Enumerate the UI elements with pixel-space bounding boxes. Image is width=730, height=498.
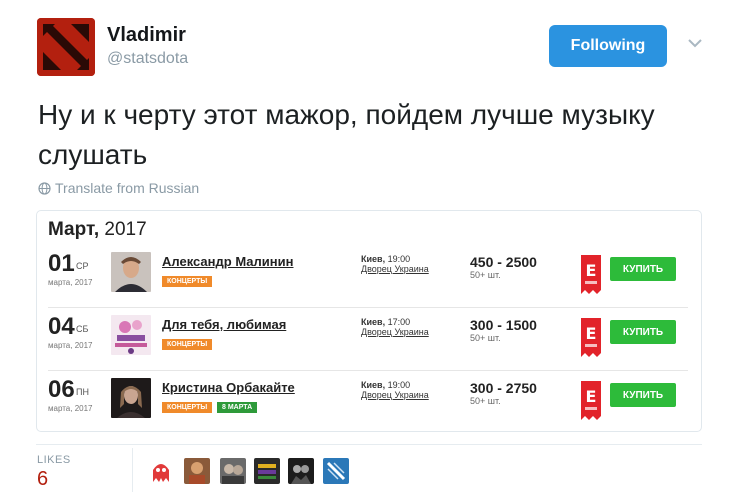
tag-march-8[interactable]: 8 МАРТА xyxy=(217,402,258,413)
event-row[interactable]: 04 СБ марта, 2017 Для тебя, любимая КОНЦ… xyxy=(37,312,701,370)
card-year: 2017 xyxy=(99,219,147,240)
event-venue-link[interactable]: Дворец Украина xyxy=(361,264,429,274)
event-price: 450 - 2500 xyxy=(470,254,537,270)
event-day: 06 xyxy=(48,376,75,403)
tweet-text: Ну и к черту этот мажор, пойдем лучше му… xyxy=(38,99,655,170)
event-day: 04 xyxy=(48,313,75,340)
likes-count[interactable]: 6 xyxy=(37,468,48,491)
event-city: Киев, xyxy=(361,254,386,264)
tag-concerts[interactable]: КОНЦЕРТЫ xyxy=(162,402,213,413)
buy-button[interactable]: КУПИТЬ xyxy=(610,257,676,281)
e-ticket-icon: E xyxy=(581,381,601,420)
event-day: 01 xyxy=(48,250,75,277)
chevron-down-icon[interactable] xyxy=(688,38,702,48)
event-card[interactable]: Март, 2017 01 СР марта, 2017 Александр М… xyxy=(36,210,702,432)
row-divider xyxy=(48,307,688,308)
artist-photo[interactable] xyxy=(111,252,151,292)
event-quantity: 50+ шт. xyxy=(470,396,501,406)
event-venue-link[interactable]: Дворец Украина xyxy=(361,390,429,400)
event-price: 300 - 2750 xyxy=(470,380,537,396)
event-poster[interactable] xyxy=(111,315,151,355)
likes-label: LIKES xyxy=(37,454,71,466)
liker-avatar-ghost[interactable] xyxy=(148,458,174,484)
likes-divider xyxy=(132,448,133,492)
event-time: 19:00 xyxy=(385,380,411,390)
buy-button[interactable]: КУПИТЬ xyxy=(610,383,676,407)
liker-avatar[interactable] xyxy=(288,458,314,484)
footer-divider xyxy=(36,444,702,445)
svg-text:E: E xyxy=(586,324,597,343)
tag-concerts[interactable]: КОНЦЕРТЫ xyxy=(162,339,213,350)
event-month: марта, 2017 xyxy=(48,404,93,413)
event-artist-link[interactable]: Кристина Орбакайте xyxy=(162,380,295,395)
dota-logo-icon xyxy=(37,18,95,76)
svg-text:E: E xyxy=(586,387,597,406)
event-row[interactable]: 06 ПН марта, 2017 Кристина Орбакайте КОН… xyxy=(37,375,701,433)
svg-text:E: E xyxy=(586,261,597,280)
event-time: 19:00 xyxy=(385,254,411,264)
event-city: Киев, xyxy=(361,317,386,327)
e-ticket-icon: E xyxy=(581,318,601,357)
event-row[interactable]: 01 СР марта, 2017 Александр Малинин КОНЦ… xyxy=(37,249,701,307)
liker-avatar[interactable] xyxy=(220,458,246,484)
event-price: 300 - 1500 xyxy=(470,317,537,333)
event-city: Киев, xyxy=(361,380,386,390)
event-weekday: СР xyxy=(76,261,89,271)
card-month: Март, xyxy=(48,219,100,240)
event-month: марта, 2017 xyxy=(48,341,93,350)
event-artist-link[interactable]: Александр Малинин xyxy=(162,254,293,269)
user-avatar[interactable] xyxy=(37,18,95,76)
event-artist-link[interactable]: Для тебя, любимая xyxy=(162,317,286,332)
translate-link[interactable]: Translate from Russian xyxy=(38,180,199,196)
following-button[interactable]: Following xyxy=(549,25,667,67)
event-time: 17:00 xyxy=(385,317,411,327)
event-weekday: СБ xyxy=(76,324,89,334)
e-ticket-icon: E xyxy=(581,255,601,294)
globe-icon xyxy=(38,181,51,195)
tag-concerts[interactable]: КОНЦЕРТЫ xyxy=(162,276,213,287)
event-venue-link[interactable]: Дворец Украина xyxy=(361,327,429,337)
liker-avatar[interactable] xyxy=(184,458,210,484)
translate-label: Translate from Russian xyxy=(55,180,200,196)
event-quantity: 50+ шт. xyxy=(470,333,501,343)
liker-avatar[interactable] xyxy=(323,458,349,484)
buy-button[interactable]: КУПИТЬ xyxy=(610,320,676,344)
event-month: марта, 2017 xyxy=(48,278,93,287)
event-weekday: ПН xyxy=(76,387,89,397)
artist-photo[interactable] xyxy=(111,378,151,418)
event-quantity: 50+ шт. xyxy=(470,270,501,280)
liker-avatar[interactable] xyxy=(254,458,280,484)
user-name[interactable]: Vladimir xyxy=(107,24,186,47)
card-title: Март, 2017 xyxy=(48,219,147,241)
user-handle[interactable]: @statsdota xyxy=(107,50,188,68)
row-divider xyxy=(48,370,688,371)
